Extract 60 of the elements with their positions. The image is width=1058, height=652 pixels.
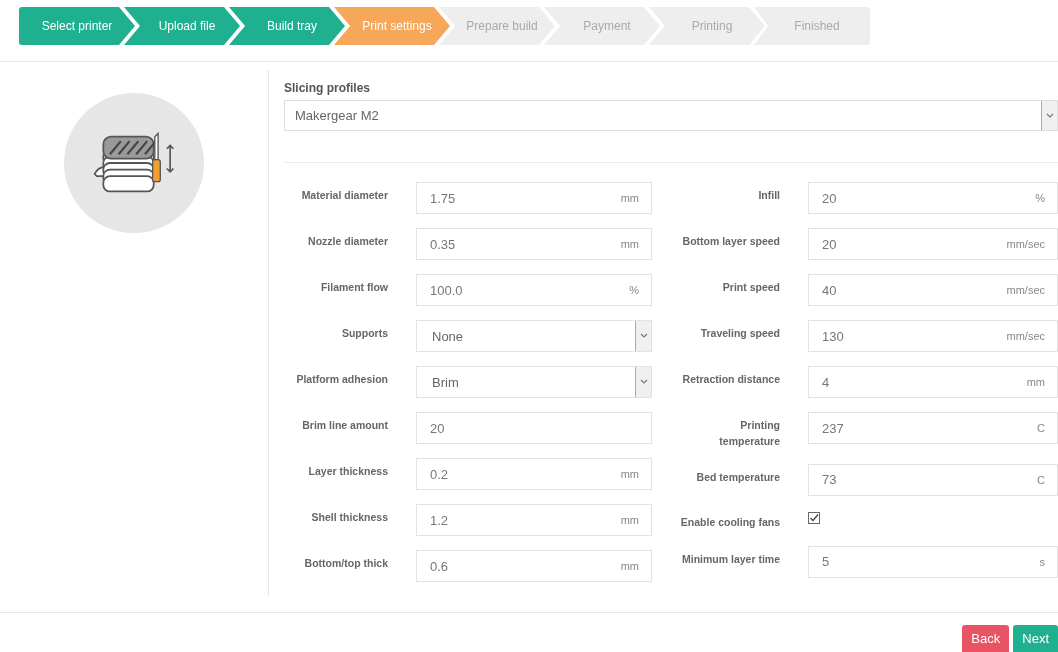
unit-label: mm <box>620 514 639 526</box>
field-label: Infill <box>757 188 781 203</box>
dropdown[interactable]: Brim <box>416 366 652 398</box>
unit-label: mm <box>620 238 639 250</box>
input-field[interactable]: 0.35 mm <box>416 228 652 260</box>
field-label: Nozzle diameter <box>307 234 389 249</box>
field-label: Enable cooling fans <box>679 514 781 530</box>
field-label: Material diameter <box>300 188 389 203</box>
unit-label: mm <box>620 192 639 204</box>
field-label: Platform adhesion <box>295 372 389 387</box>
chevron-down-icon <box>639 333 648 339</box>
unit-label: s <box>1039 555 1045 568</box>
field-label: Bottom/top thick <box>303 556 389 571</box>
wizard-step[interactable]: Build tray <box>229 7 345 45</box>
field-label: Bed temperature <box>695 469 781 485</box>
unit-label: mm/sec <box>1006 284 1045 296</box>
back-button[interactable]: Back <box>962 625 1010 652</box>
wizard-step[interactable]: Upload file <box>124 7 240 45</box>
field-label: Retraction distance <box>681 372 781 387</box>
input-field[interactable]: 1.75 mm <box>416 182 652 214</box>
input-field[interactable]: 237 C <box>808 412 1058 444</box>
input-field[interactable]: 20 % <box>808 182 1058 214</box>
unit-label: mm/sec <box>1006 330 1045 342</box>
dropdown[interactable]: None <box>416 320 652 352</box>
unit-label: mm/sec <box>1006 238 1045 250</box>
field-label: Supports <box>340 326 389 341</box>
unit-label: % <box>629 284 639 296</box>
input-field[interactable]: 130 mm/sec <box>808 320 1058 352</box>
field-label: Brim line amount <box>301 418 389 433</box>
unit-label: mm <box>1026 376 1045 388</box>
chevron-down-icon <box>639 379 648 385</box>
input-field[interactable]: 0.6 mm <box>416 550 652 582</box>
unit-label: % <box>1035 192 1045 204</box>
input-field[interactable]: 73 C <box>808 463 1058 496</box>
input-field[interactable]: 100.0 % <box>416 274 652 306</box>
input-field[interactable]: 40 mm/sec <box>808 274 1058 306</box>
checkbox[interactable] <box>808 511 820 524</box>
field-label: Layer thickness <box>307 464 389 479</box>
unit-label: C <box>1037 422 1045 434</box>
wizard-step[interactable]: Select printer <box>19 7 135 45</box>
input-field[interactable]: 20 mm/sec <box>808 228 1058 260</box>
input-field[interactable]: 0.2 mm <box>416 458 652 490</box>
unit-label: mm <box>620 468 639 480</box>
input-field[interactable]: 4 mm <box>808 366 1058 398</box>
unit-label: C <box>1037 473 1045 486</box>
input-field[interactable]: 1.2 mm <box>416 504 652 536</box>
chevron-down-icon <box>1045 112 1054 119</box>
field-label: Filament flow <box>319 280 389 295</box>
input-field[interactable]: 5 s <box>808 545 1058 578</box>
field-label: Printing temperature <box>718 418 781 449</box>
unit-label: mm <box>620 560 639 572</box>
field-label: Shell thickness <box>310 510 389 525</box>
field-label: Bottom layer speed <box>681 234 781 249</box>
next-button[interactable]: Next <box>1013 625 1058 652</box>
field-label: Print speed <box>721 280 781 295</box>
field-label: Traveling speed <box>699 326 781 341</box>
field-label: Minimum layer time <box>680 551 781 567</box>
section-label: Slicing profiles <box>284 81 371 95</box>
input-field[interactable]: 20 <box>416 412 652 444</box>
profile-dropdown[interactable]: Makergear M2 <box>284 100 1058 131</box>
